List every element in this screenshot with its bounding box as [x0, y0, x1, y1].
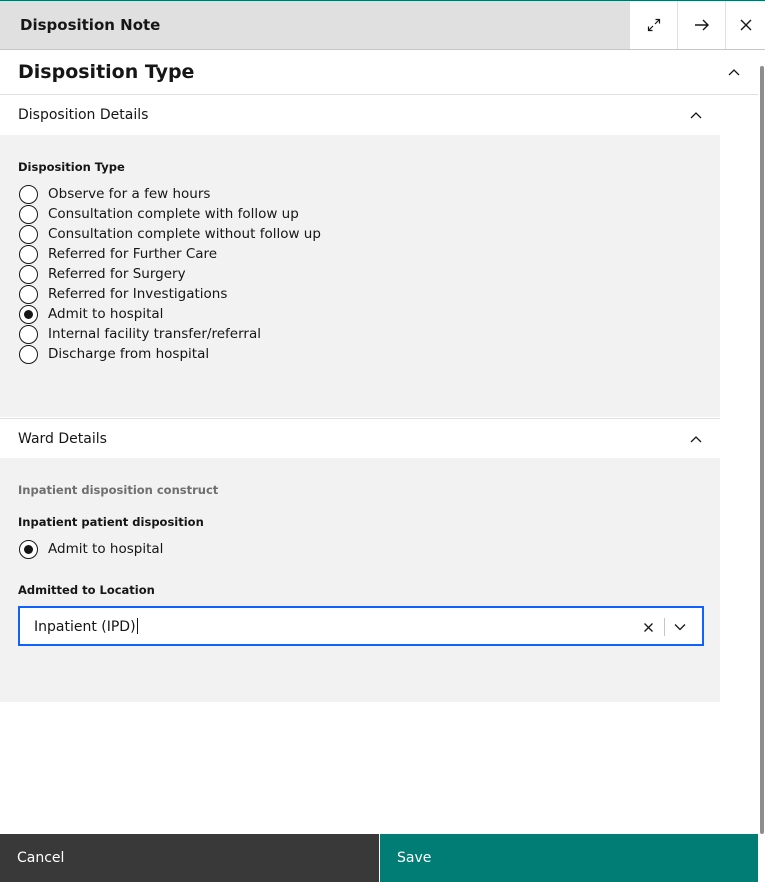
radio-referred-surgery[interactable]: Referred for Surgery — [19, 264, 186, 284]
radio-button[interactable] — [19, 344, 38, 364]
cancel-button-label: Cancel — [17, 850, 65, 866]
radio-button[interactable] — [19, 244, 38, 264]
radio-button[interactable] — [19, 324, 38, 344]
location-label: Admitted to Location — [18, 583, 155, 597]
location-combobox[interactable]: Inpatient (IPD) — [18, 606, 704, 646]
radio-button[interactable] — [19, 224, 38, 244]
close-icon — [740, 19, 751, 31]
panel-title: Disposition Note — [20, 16, 161, 34]
inpatient-disposition-label: Inpatient patient disposition — [18, 515, 204, 529]
accordion-label: Ward Details — [18, 431, 107, 447]
panel-header: Disposition Note — [0, 1, 765, 50]
combobox-input[interactable]: Inpatient (IPD) — [34, 618, 138, 635]
radio-label: Consultation complete without follow up — [48, 226, 321, 242]
cancel-button[interactable]: Cancel — [0, 834, 379, 882]
radio-referred-further-care[interactable]: Referred for Further Care — [19, 244, 217, 264]
close-button[interactable] — [725, 1, 765, 49]
ward-details-panel: Inpatient disposition construct Inpatien… — [0, 458, 720, 702]
accordion-disposition-details[interactable]: Disposition Details — [0, 95, 720, 135]
chevron-down-icon — [674, 624, 686, 631]
radio-label: Internal facility transfer/referral — [48, 326, 261, 342]
radio-label: Consultation complete with follow up — [48, 206, 299, 222]
radio-consult-follow-up[interactable]: Consultation complete with follow up — [19, 204, 299, 224]
radio-button[interactable] — [19, 284, 38, 304]
chevron-up-icon — [728, 69, 740, 76]
clear-selection-button[interactable] — [638, 617, 658, 637]
accordion-label: Disposition Details — [18, 107, 149, 123]
section-title: Disposition Type — [18, 61, 195, 83]
close-icon — [643, 622, 653, 632]
collapse-panel-button[interactable] — [677, 1, 725, 49]
radio-label: Referred for Further Care — [48, 246, 218, 262]
combobox-value: Inpatient (IPD) — [34, 619, 136, 635]
chevron-up-icon — [690, 436, 702, 443]
scrollbar[interactable] — [758, 50, 765, 834]
arrow-right-icon — [694, 19, 709, 31]
section-header: Disposition Type — [0, 50, 758, 95]
radio-button[interactable] — [19, 184, 38, 204]
panel-footer: Cancel Save — [0, 834, 758, 882]
radio-label: Referred for Investigations — [48, 286, 228, 302]
accordion-toggle[interactable] — [686, 429, 706, 449]
radio-internal-transfer[interactable]: Internal facility transfer/referral — [19, 324, 261, 344]
radio-button-selected[interactable] — [19, 539, 38, 559]
open-menu-button[interactable] — [670, 617, 690, 637]
radio-label: Admit to hospital — [48, 541, 164, 557]
scrollbar-thumb[interactable] — [760, 66, 764, 834]
section-collapse-button[interactable] — [724, 62, 744, 82]
radio-button-selected[interactable] — [19, 304, 38, 324]
radio-label: Observe for a few hours — [48, 186, 211, 202]
radio-admit-to-hospital[interactable]: Admit to hospital — [19, 304, 163, 324]
maximize-icon — [647, 18, 660, 32]
construct-label: Inpatient disposition construct — [18, 483, 219, 497]
radio-observe[interactable]: Observe for a few hours — [19, 184, 210, 204]
disposition-details-panel: Disposition Type Observe for a few hours… — [0, 135, 720, 417]
chevron-up-icon — [690, 112, 702, 119]
radio-label: Discharge from hospital — [48, 346, 210, 362]
radio-consult-no-follow-up[interactable]: Consultation complete without follow up — [19, 224, 321, 244]
save-button[interactable]: Save — [380, 834, 758, 882]
maximize-button[interactable] — [629, 1, 677, 49]
radio-button[interactable] — [19, 204, 38, 224]
disposition-note-panel: Disposition Note Disposition Type Dispos… — [0, 0, 765, 882]
accordion-toggle[interactable] — [686, 105, 706, 125]
radio-discharge[interactable]: Discharge from hospital — [19, 344, 209, 364]
panel-body: Disposition Type Disposition Details Dis… — [0, 50, 758, 834]
text-cursor — [136, 618, 138, 634]
radio-label: Admit to hospital — [48, 306, 164, 322]
radio-inpatient-admit[interactable]: Admit to hospital — [19, 539, 163, 559]
combobox-divider — [664, 618, 665, 636]
radio-referred-investigations[interactable]: Referred for Investigations — [19, 284, 227, 304]
radio-button[interactable] — [19, 264, 38, 284]
field-label: Disposition Type — [18, 160, 125, 174]
save-button-label: Save — [397, 850, 432, 866]
accordion-ward-details[interactable]: Ward Details — [0, 418, 720, 458]
radio-label: Referred for Surgery — [48, 266, 186, 282]
